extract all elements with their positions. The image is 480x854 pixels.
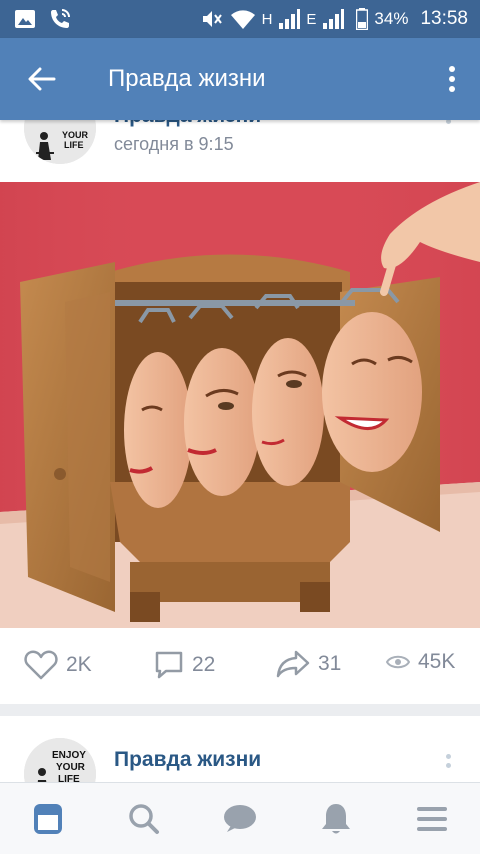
share-button[interactable]: 31 (276, 650, 341, 678)
search-icon (129, 803, 159, 834)
clock: 13:58 (420, 8, 468, 29)
avatar-text-your: YOUR (56, 762, 86, 773)
wifi-icon (230, 8, 256, 30)
comment-icon (155, 651, 183, 679)
more-options-button[interactable] (424, 38, 480, 120)
post-image[interactable] (0, 182, 480, 628)
masks-illustration (0, 182, 480, 628)
back-button[interactable] (0, 38, 84, 120)
avatar-text-life: LIFE (64, 140, 84, 150)
like-count: 2K (66, 653, 92, 676)
share-count: 31 (318, 652, 342, 675)
notifications-icon (322, 803, 350, 833)
avatar[interactable]: ENJOY YOUR LIFE (24, 738, 96, 786)
comment-count: 22 (192, 653, 216, 676)
comment-button[interactable]: 22 (154, 650, 215, 680)
post-header: YOUR LIFE Правда жизни сегодня в 9:15 (0, 92, 480, 182)
eye-icon (386, 655, 410, 669)
nav-menu[interactable] (402, 789, 462, 849)
bottom-navigation (0, 782, 480, 854)
network-type-e: E (306, 10, 317, 28)
screen: H E 34% 13:58 Правда жизни YOUR LIFE сег… (0, 0, 480, 854)
avatar-text-your: YOUR (62, 130, 89, 140)
wifi-call-icon (48, 7, 72, 31)
nav-messages[interactable] (210, 789, 270, 849)
app-header: Правда жизни (0, 38, 480, 120)
avatar-text-enjoy: ENJOY (52, 750, 86, 761)
battery-icon (356, 8, 369, 30)
mute-icon (200, 8, 224, 30)
page-title: Правда жизни (108, 65, 266, 92)
post-card: ENJOY YOUR LIFE Правда жизни (0, 716, 480, 786)
share-arrow-icon (276, 650, 310, 678)
post-author[interactable]: Правда жизни (114, 748, 261, 772)
nav-search[interactable] (114, 789, 174, 849)
more-vertical-icon (449, 66, 455, 92)
gallery-icon (14, 8, 36, 30)
signal-icon (322, 9, 345, 29)
nav-notifications[interactable] (306, 789, 366, 849)
menu-icon (417, 806, 447, 831)
signal-icon (278, 9, 301, 29)
post-time: сегодня в 9:15 (114, 134, 234, 154)
nav-news[interactable] (18, 789, 78, 849)
view-count: 45K (418, 650, 456, 673)
news-icon (34, 803, 62, 834)
post-more-button[interactable] (438, 746, 458, 776)
views-counter: 45K (386, 650, 455, 674)
arrow-left-icon (28, 67, 56, 91)
messages-icon (224, 804, 256, 832)
network-type-h: H (261, 10, 273, 28)
heart-icon (24, 650, 58, 680)
status-bar: H E 34% 13:58 (0, 0, 480, 38)
like-button[interactable]: 2K (24, 650, 92, 680)
post-actions: 2K 22 31 45K (0, 628, 480, 704)
post-card: YOUR LIFE Правда жизни сегодня в 9:15 (0, 92, 480, 704)
battery-percent: 34% (374, 9, 409, 28)
